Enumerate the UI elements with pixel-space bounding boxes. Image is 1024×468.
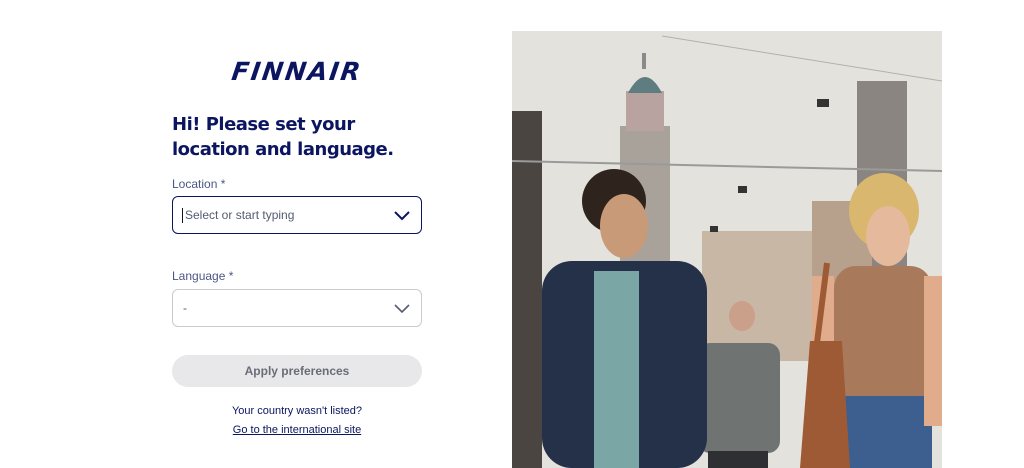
text-cursor (182, 208, 183, 223)
chevron-down-icon[interactable] (393, 301, 411, 315)
chevron-down-icon[interactable] (393, 208, 411, 222)
language-value: - (183, 301, 187, 315)
page-title: Hi! Please set your location and languag… (172, 114, 394, 160)
country-not-listed-text: Your country wasn't listed? (231, 405, 363, 417)
location-placeholder: Select or start typing (185, 208, 295, 222)
finnair-logo: FINNAIR (229, 57, 365, 86)
hero-photo (512, 31, 942, 468)
people-walking-image (512, 31, 942, 468)
language-select[interactable]: - (172, 289, 422, 327)
apply-preferences-button[interactable]: Apply preferences (172, 355, 422, 387)
language-label: Language * (172, 269, 234, 283)
preferences-panel: FINNAIR Hi! Please set your location and… (172, 0, 424, 468)
location-label: Location * (172, 177, 226, 191)
location-select[interactable]: Select or start typing (172, 196, 422, 234)
international-site-link[interactable]: Go to the international site (172, 424, 422, 436)
